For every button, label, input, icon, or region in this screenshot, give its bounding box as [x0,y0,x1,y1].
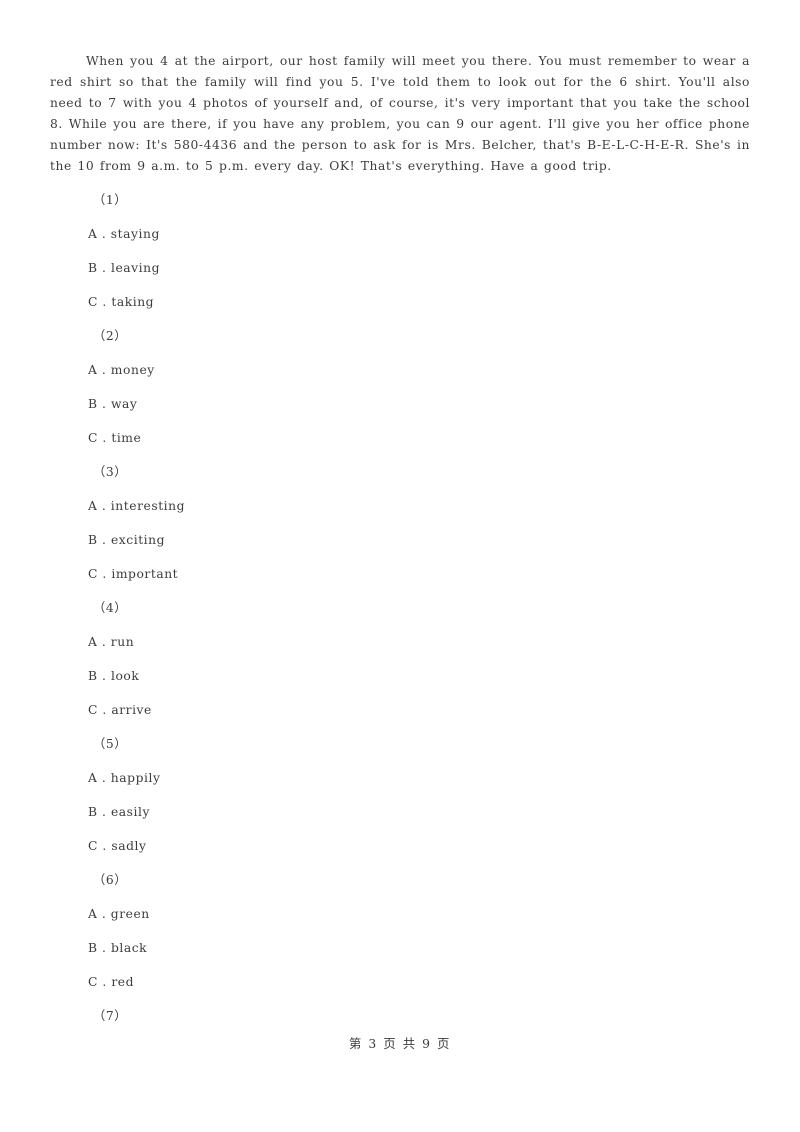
answer-option[interactable]: C . red [0,965,800,999]
answer-option[interactable]: B . leaving [0,251,800,285]
answer-option[interactable]: A . happily [0,761,800,795]
question-group: （1） A . staying B . leaving C . taking [0,183,800,319]
page-number-footer: 第 3 页 共 9 页 [349,1037,451,1051]
answer-option[interactable]: B . exciting [0,523,800,557]
answer-option[interactable]: C . time [0,421,800,455]
answer-option[interactable]: C . sadly [0,829,800,863]
question-group: （6） A . green B . black C . red [0,863,800,999]
answer-option[interactable]: A . staying [0,217,800,251]
answer-option[interactable]: C . arrive [0,693,800,727]
question-number: （7） [93,1009,128,1023]
answer-option[interactable]: A . green [0,897,800,931]
cloze-passage-text: When you 4 at the airport, our host fami… [50,54,750,173]
answer-option[interactable]: A . money [0,353,800,387]
answer-option[interactable]: C . taking [0,285,800,319]
question-group: （3） A . interesting B . exciting C . import… [0,455,800,591]
answer-option[interactable]: B . look [0,659,800,693]
question-number: （1） [93,193,128,207]
answer-option[interactable]: B . way [0,387,800,421]
document-page: When you 4 at the airport, our host fami… [0,0,800,1132]
answer-option[interactable]: C . important [0,557,800,591]
answer-option[interactable]: B . black [0,931,800,965]
answer-option[interactable]: B . easily [0,795,800,829]
answer-option[interactable]: A . interesting [0,489,800,523]
answer-option[interactable]: A . run [0,625,800,659]
question-group: （7） [0,999,800,1033]
question-number: （3） [93,465,128,479]
question-number: （4） [93,601,128,615]
question-number: （2） [93,329,128,343]
question-number: （5） [93,737,128,751]
question-group: （2） A . money B . way C . time [0,319,800,455]
question-list: （1） A . staying B . leaving C . taking （2） A … [0,183,800,1033]
question-group: （4） A . run B . look C . arrive [0,591,800,727]
question-group: （5） A . happily B . easily C . sadly [0,727,800,863]
question-number: （6） [93,873,128,887]
